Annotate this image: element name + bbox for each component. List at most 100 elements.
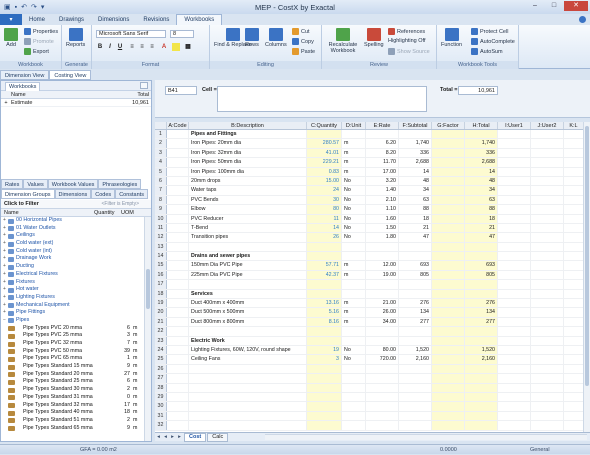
l-cell[interactable]	[564, 223, 584, 233]
unit-cell[interactable]: No	[342, 345, 366, 355]
dimension-group[interactable]: +00 Horizontal Pipes	[1, 217, 144, 225]
code-cell[interactable]	[167, 299, 189, 308]
code-cell[interactable]	[167, 364, 189, 374]
expand-icon[interactable]: +	[1, 279, 8, 287]
l-cell[interactable]	[564, 383, 584, 392]
rate-cell[interactable]: 34.00	[366, 317, 399, 327]
expand-icon[interactable]: +	[1, 255, 8, 263]
row-number[interactable]: 24	[155, 345, 167, 355]
column-header[interactable]: J:User2	[531, 122, 564, 129]
row-number[interactable]: 18	[155, 289, 167, 299]
user1-cell[interactable]	[498, 186, 531, 195]
user1-cell[interactable]	[498, 374, 531, 383]
code-cell[interactable]	[167, 195, 189, 205]
description-cell[interactable]: Iron Pipes: 32mm dia	[189, 148, 307, 158]
unit-cell[interactable]: No	[342, 214, 366, 223]
code-cell[interactable]	[167, 280, 189, 289]
subtotal-cell[interactable]	[399, 252, 432, 261]
rate-cell[interactable]	[366, 383, 399, 392]
column-header[interactable]: D:Unit	[342, 122, 366, 129]
tab-dimensions[interactable]: Dimensions	[91, 14, 136, 25]
expand-icon[interactable]: +	[1, 302, 8, 310]
total-cell[interactable]: 134	[465, 308, 498, 317]
rate-cell[interactable]: 1.40	[366, 186, 399, 195]
expand-icon[interactable]: +	[1, 271, 8, 279]
rate-cell[interactable]: 1.60	[366, 214, 399, 223]
subtotal-cell[interactable]	[399, 402, 432, 411]
user1-cell[interactable]	[498, 411, 531, 421]
user2-cell[interactable]	[531, 261, 564, 270]
table-row[interactable]: 21 Duct 800mm x 800mm 8.16 m 34.00 277 277	[155, 317, 584, 328]
expand-icon[interactable]: +	[1, 232, 8, 240]
l-cell[interactable]	[564, 167, 584, 176]
table-row[interactable]: 28	[155, 383, 584, 393]
description-cell[interactable]: Ceiling Fans	[189, 355, 307, 364]
description-cell[interactable]: Iron Pipes: 50mm dia	[189, 158, 307, 167]
user1-cell[interactable]	[498, 345, 531, 355]
show-source-button[interactable]: Show Source	[388, 48, 430, 55]
user2-cell[interactable]	[531, 252, 564, 261]
expand-icon[interactable]: +	[1, 294, 8, 302]
row-number[interactable]: 2	[155, 139, 167, 148]
l-cell[interactable]	[564, 402, 584, 411]
quantity-cell[interactable]	[307, 252, 342, 261]
user2-cell[interactable]	[531, 402, 564, 411]
description-cell[interactable]: 150mm Dia PVC Pipe	[189, 261, 307, 270]
code-cell[interactable]	[167, 402, 189, 411]
subtotal-cell[interactable]	[399, 289, 432, 299]
unit-cell[interactable]: m	[342, 299, 366, 308]
quantity-cell[interactable]	[307, 336, 342, 345]
total-cell[interactable]: 336	[465, 148, 498, 158]
cell-formula-input[interactable]	[217, 86, 427, 112]
factor-cell[interactable]	[432, 299, 465, 308]
protect-cell-button[interactable]: Protect Cell	[471, 28, 508, 35]
user2-cell[interactable]	[531, 205, 564, 214]
row-number[interactable]: 25	[155, 355, 167, 364]
l-cell[interactable]	[564, 252, 584, 261]
references-button[interactable]: References	[388, 28, 425, 35]
rate-cell[interactable]: 6.20	[366, 139, 399, 148]
description-cell[interactable]	[189, 374, 307, 383]
l-cell[interactable]	[564, 233, 584, 242]
unit-cell[interactable]	[342, 289, 366, 299]
table-row[interactable]: 16 225mm Dia PVC Pipe 42.37 m 19.00 805 805	[155, 270, 584, 281]
user2-cell[interactable]	[531, 421, 564, 430]
user2-cell[interactable]	[531, 374, 564, 383]
total-cell[interactable]	[465, 242, 498, 252]
factor-cell[interactable]	[432, 374, 465, 383]
description-cell[interactable]: Drains and sewer pipes	[189, 252, 307, 261]
table-row[interactable]: 27	[155, 374, 584, 384]
table-row[interactable]: 18 Services	[155, 289, 584, 300]
user2-cell[interactable]	[531, 233, 564, 242]
factor-cell[interactable]	[432, 186, 465, 195]
unit-cell[interactable]: m	[342, 317, 366, 327]
unit-cell[interactable]	[342, 252, 366, 261]
quantity-cell[interactable]	[307, 411, 342, 421]
tab-workbook-values[interactable]: Workbook Values	[47, 179, 99, 189]
description-cell[interactable]	[189, 402, 307, 411]
user2-cell[interactable]	[531, 317, 564, 327]
l-cell[interactable]	[564, 299, 584, 308]
user2-cell[interactable]	[531, 355, 564, 364]
table-row[interactable]: 23 Electric Work	[155, 336, 584, 346]
workbook-options-icon[interactable]	[140, 82, 148, 89]
tab-codes[interactable]: Codes	[91, 189, 116, 199]
user1-cell[interactable]	[498, 289, 531, 299]
quantity-cell[interactable]: 19	[307, 345, 342, 355]
subtotal-cell[interactable]: 88	[399, 205, 432, 214]
unit-cell[interactable]: No	[342, 205, 366, 214]
quantity-cell[interactable]: 3	[307, 355, 342, 364]
quantity-cell[interactable]: 26	[307, 233, 342, 242]
row-number[interactable]: 23	[155, 336, 167, 345]
rate-cell[interactable]: 1.80	[366, 233, 399, 242]
code-cell[interactable]	[167, 205, 189, 214]
user1-cell[interactable]	[498, 195, 531, 205]
factor-cell[interactable]	[432, 130, 465, 139]
user1-cell[interactable]	[498, 327, 531, 336]
rate-cell[interactable]: 8.20	[366, 148, 399, 158]
user1-cell[interactable]	[498, 214, 531, 223]
column-header[interactable]: C:Quantity	[307, 122, 342, 129]
row-number[interactable]: 26	[155, 364, 167, 374]
subtotal-cell[interactable]	[399, 383, 432, 392]
dimension-item[interactable]: Pipe Types PVC 32 mma 7 m	[1, 340, 144, 348]
